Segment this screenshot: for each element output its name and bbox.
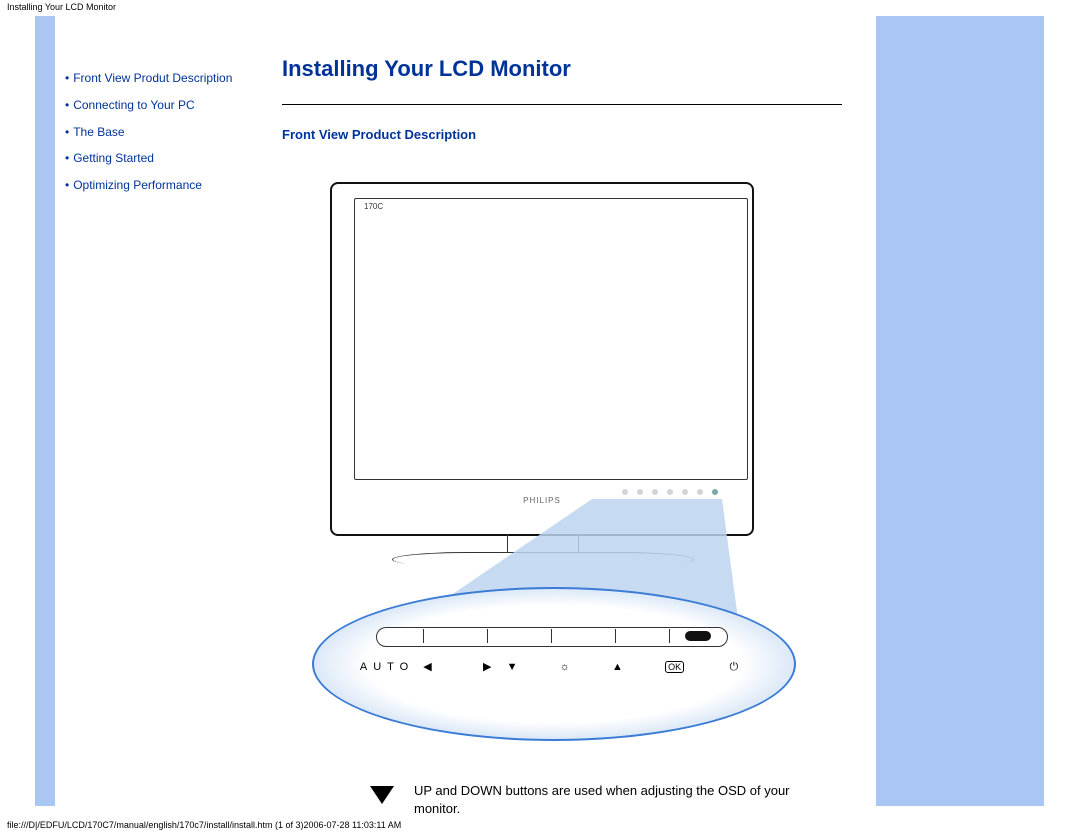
button-description-row: UP and DOWN buttons are used when adjust…	[370, 782, 800, 817]
monitor-outline: 170C PHILIPS	[330, 182, 754, 536]
controls-bar: AUTO ◀ ▶ ▼ ☼ ▲ OK ⏻	[312, 627, 792, 674]
nav-front-view[interactable]: •Front View Produt Description	[65, 70, 280, 87]
monitor-stand-neck	[507, 534, 579, 552]
window-title: Installing Your LCD Monitor	[0, 0, 1080, 14]
brightness-icon: ☼	[560, 661, 576, 673]
main-content: Installing Your LCD Monitor Front View P…	[282, 16, 1044, 777]
control-labels-row: AUTO ◀ ▶ ▼ ☼ ▲ OK ⏻	[312, 660, 792, 674]
sidebar-nav: •Front View Produt Description •Connecti…	[55, 16, 280, 204]
nav-label: The Base	[73, 125, 124, 139]
footer-path: file:///D|/EDFU/LCD/170C7/manual/english…	[7, 820, 401, 830]
nav-label: Getting Started	[73, 151, 154, 165]
triangle-down-icon	[370, 786, 394, 804]
power-slot	[685, 631, 711, 641]
right-arrow-icon: ▶	[483, 661, 497, 673]
nav-label: Optimizing Performance	[73, 178, 202, 192]
down-arrow-icon: ▼	[507, 661, 524, 673]
monitor-model-label: 170C	[364, 202, 383, 211]
nav-connecting-pc[interactable]: •Connecting to Your PC	[65, 97, 280, 114]
monitor-screen	[354, 198, 748, 480]
monitor-figure: 170C PHILIPS AUTO	[322, 182, 792, 777]
bezel-buttons	[622, 489, 718, 495]
power-icon: ⏻	[729, 661, 744, 673]
monitor-stand-base	[392, 552, 694, 567]
section-heading: Front View Product Description	[282, 127, 1026, 142]
nav-label: Connecting to Your PC	[73, 98, 194, 112]
button-description-text: UP and DOWN buttons are used when adjust…	[414, 782, 800, 817]
page-title: Installing Your LCD Monitor	[282, 56, 1026, 82]
up-arrow-icon: ▲	[612, 661, 629, 673]
divider	[282, 104, 842, 105]
nav-label: Front View Produt Description	[73, 71, 232, 85]
sidebar-stripe	[35, 16, 55, 806]
btn-auto-label: AUTO	[360, 661, 414, 673]
monitor-brand-label: PHILIPS	[523, 496, 561, 505]
nav-the-base[interactable]: •The Base	[65, 124, 280, 141]
left-arrow-icon: ◀	[423, 661, 437, 673]
control-plate	[376, 627, 728, 647]
nav-getting-started[interactable]: •Getting Started	[65, 150, 280, 167]
nav-optimizing[interactable]: •Optimizing Performance	[65, 177, 280, 194]
ok-icon: OK	[665, 661, 684, 673]
